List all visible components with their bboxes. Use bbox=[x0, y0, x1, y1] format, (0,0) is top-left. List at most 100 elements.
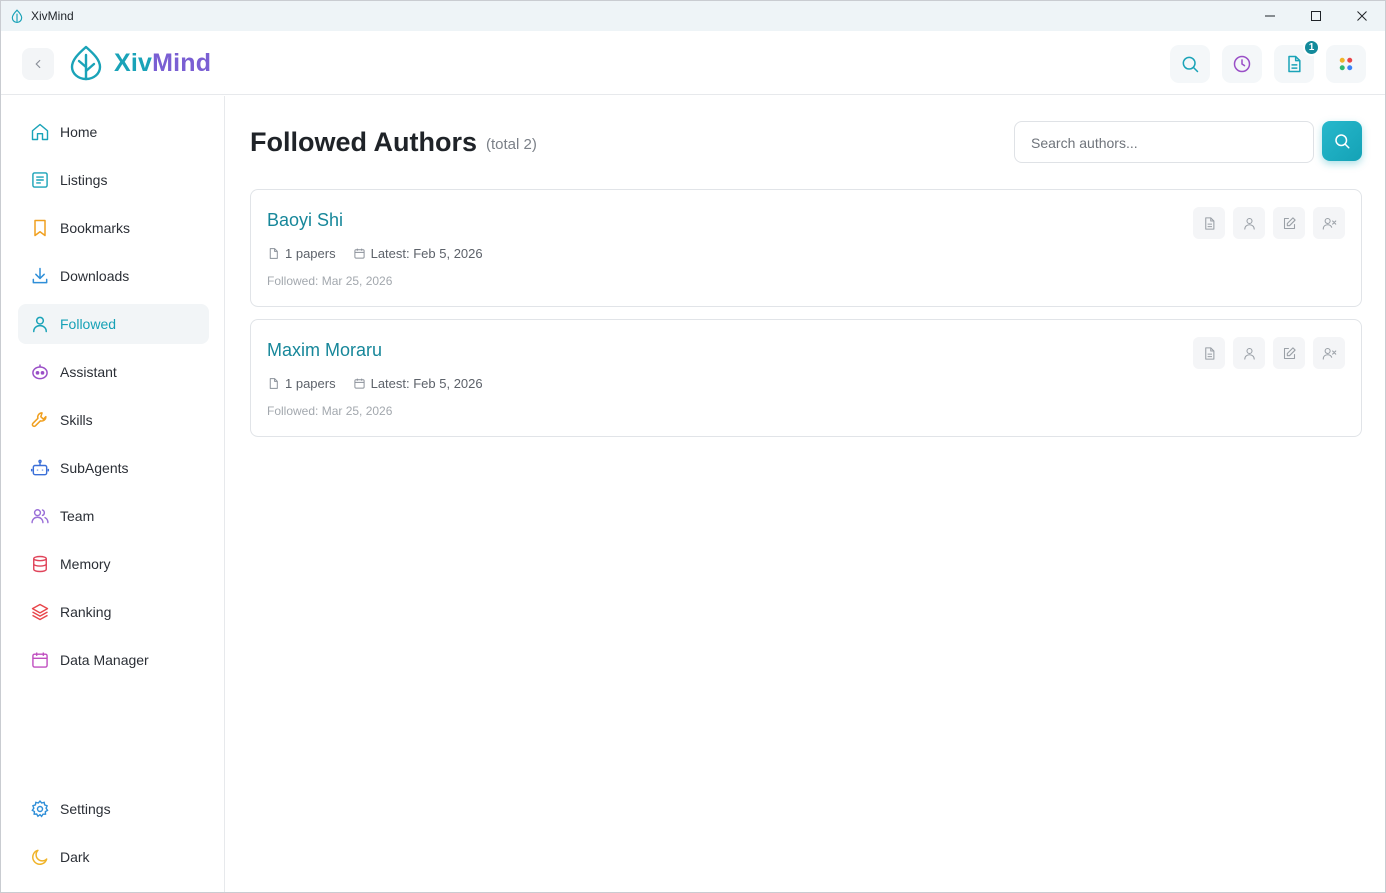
sidebar-item-skills[interactable]: Skills bbox=[18, 400, 209, 440]
leaf-logo-icon bbox=[70, 45, 102, 81]
sidebar-item-memory[interactable]: Memory bbox=[18, 544, 209, 584]
sidebar-item-bookmarks[interactable]: Bookmarks bbox=[18, 208, 209, 248]
bookmark-icon bbox=[30, 218, 50, 238]
title-bar: XivMind bbox=[1, 1, 1385, 31]
calendar-icon bbox=[354, 248, 365, 259]
window-title: XivMind bbox=[31, 9, 74, 23]
sidebar-item-label: SubAgents bbox=[60, 460, 129, 476]
minimize-button[interactable] bbox=[1247, 1, 1293, 31]
user-x-icon bbox=[1322, 217, 1336, 230]
followed-date: Followed: Mar 25, 2026 bbox=[267, 404, 393, 418]
author-meta: 1 papers Latest: Feb 5, 2026 bbox=[267, 376, 483, 391]
view-papers-button[interactable] bbox=[1193, 337, 1225, 369]
robot-icon bbox=[30, 458, 50, 478]
file-icon bbox=[269, 378, 278, 389]
author-search-button[interactable] bbox=[1322, 121, 1362, 161]
paper-count: 1 papers bbox=[285, 376, 336, 391]
download-icon bbox=[30, 266, 50, 286]
sidebar-item-subagents[interactable]: SubAgents bbox=[18, 448, 209, 488]
profile-icon bbox=[1243, 347, 1255, 360]
sidebar-item-label: Listings bbox=[60, 172, 108, 188]
apps-button[interactable] bbox=[1326, 45, 1366, 83]
sidebar: Home Listings Bookmarks Downloads Follow… bbox=[1, 96, 225, 892]
view-profile-button[interactable] bbox=[1233, 337, 1265, 369]
sidebar-item-label: Ranking bbox=[60, 604, 112, 620]
layers-icon bbox=[30, 602, 50, 622]
edit-icon bbox=[1283, 346, 1296, 359]
sidebar-item-label: Assistant bbox=[60, 364, 117, 380]
sidebar-item-team[interactable]: Team bbox=[18, 496, 209, 536]
close-icon bbox=[1357, 11, 1367, 21]
users-icon bbox=[30, 506, 50, 526]
app-logo-icon bbox=[11, 9, 23, 23]
sidebar-item-listings[interactable]: Listings bbox=[18, 160, 209, 200]
moon-icon bbox=[30, 847, 50, 867]
bot-icon bbox=[30, 362, 50, 382]
maximize-button[interactable] bbox=[1293, 1, 1339, 31]
sidebar-item-label: Skills bbox=[60, 412, 93, 428]
file-icon bbox=[269, 248, 278, 259]
calendar-icon bbox=[354, 378, 365, 389]
sidebar-item-dark-mode[interactable]: Dark bbox=[18, 837, 209, 877]
author-card: Baoyi Shi 1 papers Latest: Feb 5, 2026 F… bbox=[250, 189, 1362, 307]
brand-part-mind: Mind bbox=[152, 49, 212, 77]
app-header: XivMind 1 bbox=[1, 31, 1385, 95]
app-window: XivMind XivMind 1 Home Listings Bookmark… bbox=[0, 0, 1386, 893]
documents-badge: 1 bbox=[1303, 39, 1320, 56]
minimize-icon bbox=[1265, 15, 1275, 17]
latest-date: Latest: Feb 5, 2026 bbox=[370, 246, 483, 261]
database-icon bbox=[30, 554, 50, 574]
back-button[interactable] bbox=[22, 48, 54, 80]
sidebar-item-ranking[interactable]: Ranking bbox=[18, 592, 209, 632]
unfollow-button[interactable] bbox=[1313, 207, 1345, 239]
sidebar-item-label: Followed bbox=[60, 316, 117, 332]
card-actions bbox=[1185, 207, 1345, 239]
sidebar-item-label: Home bbox=[60, 124, 98, 140]
sidebar-item-label: Dark bbox=[60, 849, 90, 865]
close-button[interactable] bbox=[1339, 1, 1385, 31]
sidebar-item-label: Downloads bbox=[60, 268, 130, 284]
wrench-icon bbox=[30, 410, 50, 430]
sidebar-item-label: Memory bbox=[60, 556, 111, 572]
author-meta: 1 papers Latest: Feb 5, 2026 bbox=[267, 246, 483, 261]
main-content: Followed Authors (total 2) Baoyi Shi 1 p… bbox=[226, 96, 1385, 892]
card-actions bbox=[1185, 337, 1345, 369]
profile-icon bbox=[1243, 217, 1255, 230]
followed-date: Followed: Mar 25, 2026 bbox=[267, 274, 393, 288]
maximize-icon bbox=[1311, 11, 1321, 21]
clock-icon bbox=[1233, 55, 1251, 73]
total-count: (total 2) bbox=[486, 136, 537, 153]
sidebar-item-label: Settings bbox=[60, 801, 111, 817]
global-search-button[interactable] bbox=[1170, 45, 1210, 83]
edit-author-button[interactable] bbox=[1273, 337, 1305, 369]
sidebar-item-home[interactable]: Home bbox=[18, 112, 209, 152]
edit-author-button[interactable] bbox=[1273, 207, 1305, 239]
sidebar-item-data-manager[interactable]: Data Manager bbox=[18, 640, 209, 680]
unfollow-button[interactable] bbox=[1313, 337, 1345, 369]
sidebar-item-settings[interactable]: Settings bbox=[18, 789, 209, 829]
paper-count: 1 papers bbox=[285, 246, 336, 261]
view-profile-button[interactable] bbox=[1233, 207, 1265, 239]
user-x-icon bbox=[1322, 347, 1336, 360]
author-name-link[interactable]: Baoyi Shi bbox=[267, 210, 343, 231]
history-button[interactable] bbox=[1222, 45, 1262, 83]
brand-part-xiv: Xiv bbox=[114, 49, 153, 77]
sidebar-item-followed[interactable]: Followed bbox=[18, 304, 209, 344]
document-icon bbox=[1288, 55, 1301, 73]
author-search-field[interactable] bbox=[1014, 121, 1314, 163]
sidebar-item-downloads[interactable]: Downloads bbox=[18, 256, 209, 296]
sidebar-item-label: Data Manager bbox=[60, 652, 149, 668]
chevron-left-icon bbox=[35, 59, 41, 69]
author-name-link[interactable]: Maxim Moraru bbox=[267, 340, 382, 361]
sidebar-item-label: Team bbox=[60, 508, 95, 524]
home-icon bbox=[30, 122, 50, 142]
documents-button[interactable]: 1 bbox=[1274, 39, 1320, 83]
sidebar-item-assistant[interactable]: Assistant bbox=[18, 352, 209, 392]
author-search-input[interactable] bbox=[1031, 133, 1301, 153]
user-icon bbox=[30, 314, 50, 334]
view-papers-button[interactable] bbox=[1193, 207, 1225, 239]
search-icon bbox=[1182, 56, 1199, 73]
sidebar-item-label: Bookmarks bbox=[60, 220, 131, 236]
brand-name: XivMind bbox=[114, 49, 211, 78]
author-card: Maxim Moraru 1 papers Latest: Feb 5, 202… bbox=[250, 319, 1362, 437]
